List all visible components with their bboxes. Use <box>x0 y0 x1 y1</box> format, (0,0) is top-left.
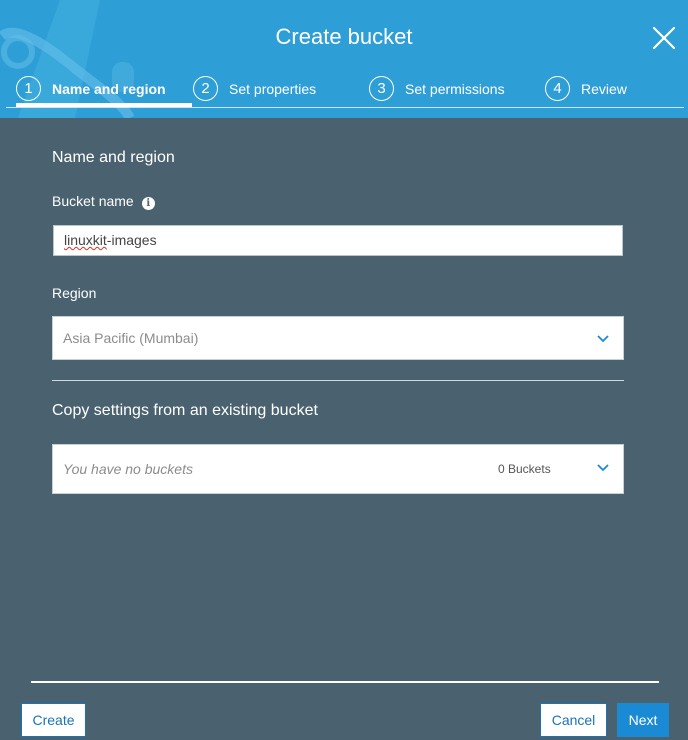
next-button[interactable]: Next <box>617 703 669 737</box>
dialog-header: Create bucket 1 Name and region 2 Set pr… <box>0 0 688 118</box>
copy-settings-select[interactable]: You have no buckets 0 Buckets <box>52 444 624 494</box>
step-label: Set properties <box>229 81 317 97</box>
step-number: 4 <box>545 76 570 101</box>
step-set-permissions[interactable]: 3 Set permissions <box>369 76 505 108</box>
step-number: 2 <box>193 76 218 101</box>
chevron-down-icon <box>597 335 609 343</box>
region-label: Region <box>52 285 97 301</box>
close-icon[interactable] <box>650 24 678 52</box>
create-button[interactable]: Create <box>21 703 86 737</box>
step-set-properties[interactable]: 2 Set properties <box>193 76 316 108</box>
dialog-title: Create bucket <box>275 24 413 49</box>
bucket-name-label-text: Bucket name <box>52 193 134 209</box>
footer-divider <box>31 681 659 683</box>
step-label: Review <box>581 81 627 97</box>
copy-settings-placeholder: You have no buckets <box>63 461 193 477</box>
step-label: Set permissions <box>405 81 505 97</box>
info-icon[interactable]: i <box>141 197 155 210</box>
bucket-name-value-misspelled: linuxkit <box>64 232 107 248</box>
wizard-steps: 1 Name and region 2 Set properties 3 Set… <box>6 76 684 108</box>
cancel-button[interactable]: Cancel <box>540 703 607 737</box>
bucket-count: 0 Buckets <box>498 462 551 476</box>
bucket-name-label: Bucket name i <box>52 193 155 210</box>
step-name-and-region[interactable]: 1 Name and region <box>16 76 192 108</box>
step-number: 3 <box>369 76 394 101</box>
step-number: 1 <box>16 76 41 101</box>
step-review[interactable]: 4 Review <box>545 76 627 108</box>
region-select-value: Asia Pacific (Mumbai) <box>63 330 199 346</box>
region-select[interactable]: Asia Pacific (Mumbai) <box>52 316 624 360</box>
bucket-name-input[interactable]: linuxkit-images <box>53 225 623 256</box>
chevron-down-icon <box>597 464 609 472</box>
step-label: Name and region <box>52 81 166 97</box>
divider <box>52 380 624 381</box>
bucket-name-value-rest: -images <box>106 232 157 248</box>
steps-underline <box>6 107 684 108</box>
section-title: Name and region <box>52 149 175 166</box>
copy-settings-title: Copy settings from an existing bucket <box>52 402 318 419</box>
